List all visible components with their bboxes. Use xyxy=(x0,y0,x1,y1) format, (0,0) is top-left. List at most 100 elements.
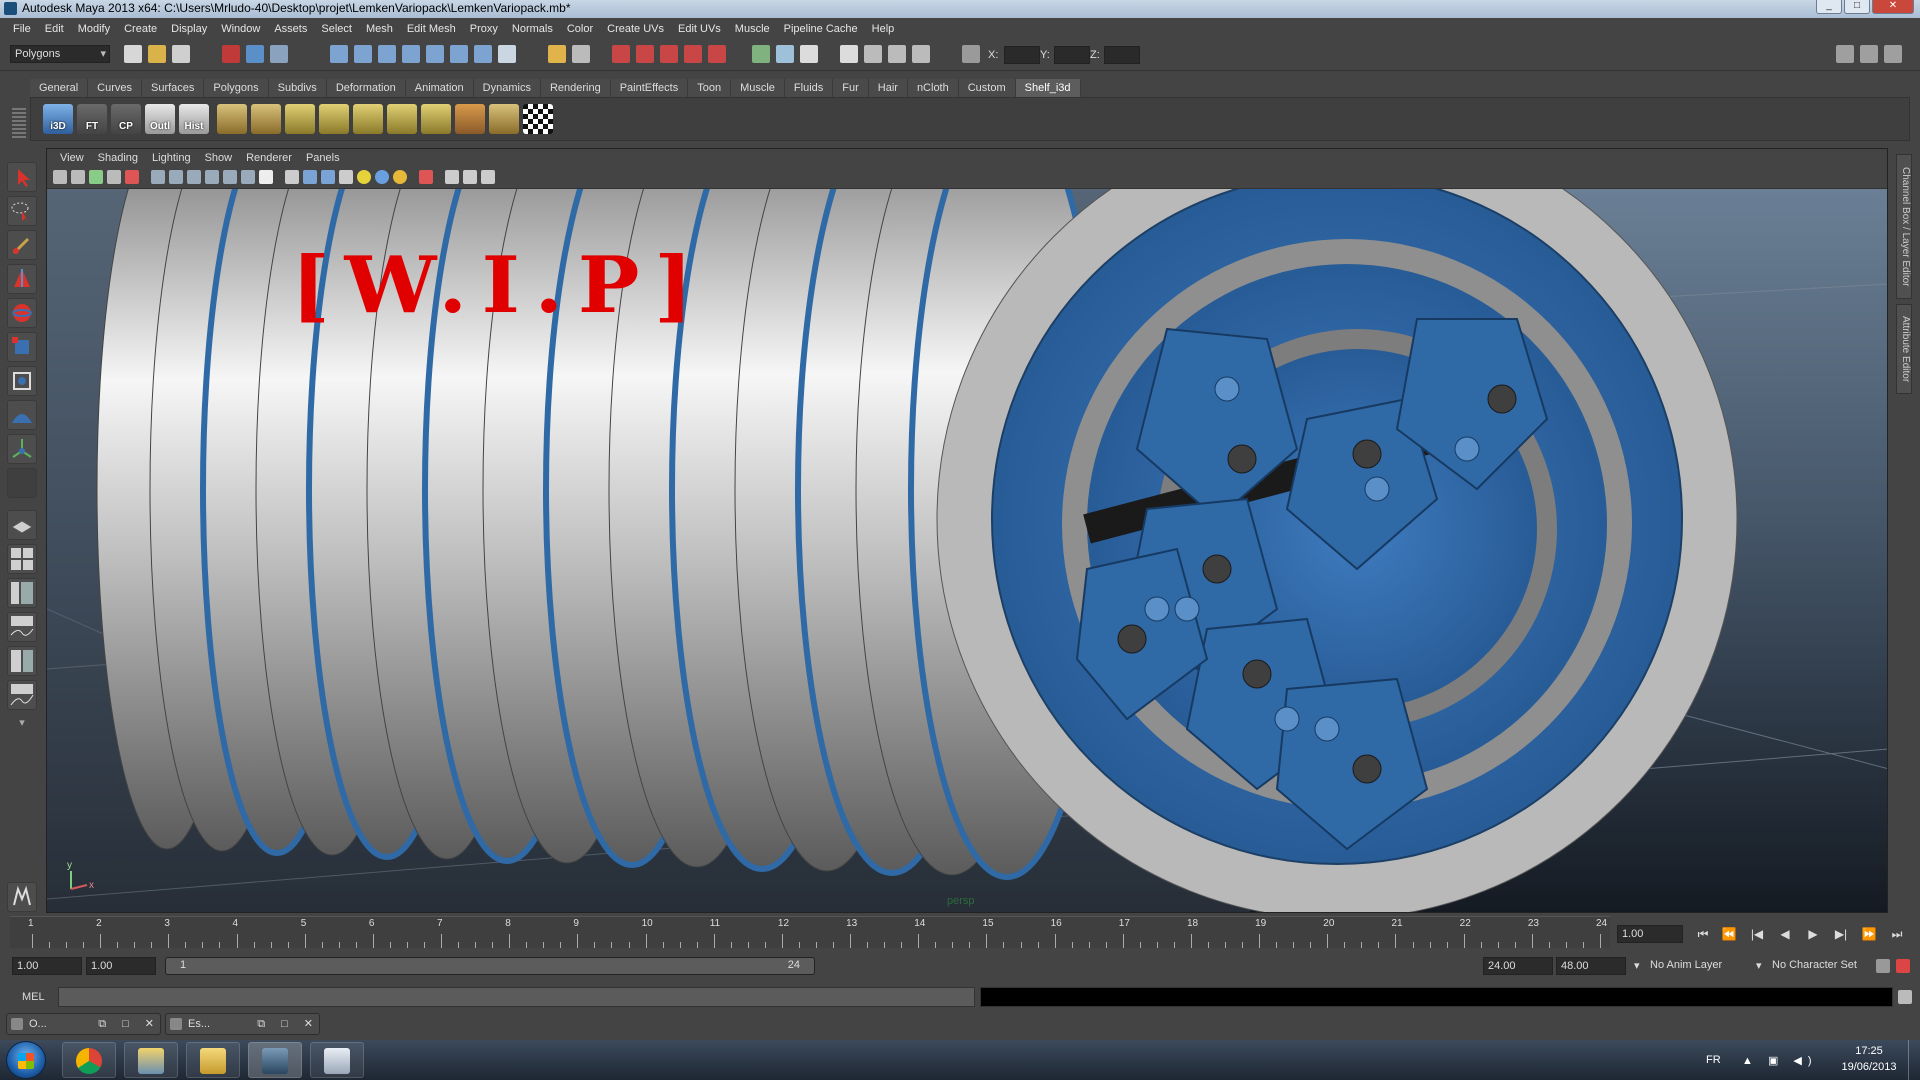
show-manipulator-icon[interactable] xyxy=(7,434,37,464)
menu-assets[interactable]: Assets xyxy=(267,23,314,35)
single-perspective-layout-icon[interactable] xyxy=(7,510,37,540)
render-view-icon[interactable] xyxy=(708,45,726,63)
graph-editor-layout-icon[interactable] xyxy=(7,680,37,710)
ipr-render-icon[interactable] xyxy=(636,45,654,63)
soft-modification-tool-icon[interactable] xyxy=(7,400,37,430)
save-scene-icon[interactable] xyxy=(172,45,190,63)
taskbar-app-5[interactable] xyxy=(310,1042,364,1078)
shelf-tab-shelf-i3d[interactable]: Shelf_i3d xyxy=(1015,79,1081,97)
shelf-tab-animation[interactable]: Animation xyxy=(405,79,474,97)
taskbar-app-2[interactable] xyxy=(124,1042,178,1078)
rotate-tool-icon[interactable] xyxy=(7,298,37,328)
maximize-icon[interactable]: □ xyxy=(122,1014,129,1034)
select-by-object-icon[interactable] xyxy=(246,45,264,63)
shelf-button-tool-2-icon[interactable] xyxy=(251,104,281,134)
open-scene-icon[interactable] xyxy=(148,45,166,63)
input-line-icon[interactable] xyxy=(752,45,770,63)
minimized-window-1[interactable]: O... ⧉ □ ✕ xyxy=(6,1013,161,1035)
channel-box-toggle-icon[interactable] xyxy=(1884,45,1902,63)
step-back-key-button[interactable]: ⏪ xyxy=(1718,925,1740,943)
key-icon[interactable] xyxy=(1876,959,1890,973)
z-coord-field[interactable] xyxy=(1104,46,1140,64)
current-frame-field[interactable]: 1.00 xyxy=(1617,925,1683,943)
animation-preferences-icon[interactable] xyxy=(1896,959,1910,973)
snap-grid-icon[interactable] xyxy=(330,45,348,63)
minimized-window-2[interactable]: Es... ⧉ □ ✕ xyxy=(165,1013,320,1035)
menu-mesh[interactable]: Mesh xyxy=(359,23,400,35)
last-tool-used-icon[interactable] xyxy=(7,468,37,498)
close-icon[interactable]: ✕ xyxy=(304,1014,313,1034)
show-desktop-button[interactable] xyxy=(1908,1040,1920,1080)
shelf-tab-rendering[interactable]: Rendering xyxy=(540,79,611,97)
menu-help[interactable]: Help xyxy=(865,23,902,35)
playback-range-bar[interactable]: 1 24 xyxy=(165,957,815,975)
menu-display[interactable]: Display xyxy=(164,23,214,35)
animation-start-field[interactable]: 1.00 xyxy=(12,957,82,975)
hypershade-perspective-layout-icon[interactable] xyxy=(7,646,37,676)
minimize-button[interactable]: _ xyxy=(1816,0,1842,14)
character-set-dropdown[interactable]: No Character Set xyxy=(1772,959,1857,971)
lock-icon[interactable] xyxy=(548,45,566,63)
film-gate-icon[interactable] xyxy=(169,170,183,184)
shelf-tab-surfaces[interactable]: Surfaces xyxy=(141,79,205,97)
render-current-icon[interactable] xyxy=(612,45,630,63)
snap-curve-icon[interactable] xyxy=(354,45,372,63)
perspective-viewport[interactable]: View Shading Lighting Show Renderer Pane… xyxy=(46,148,1888,913)
shelf-tab-dynamics[interactable]: Dynamics xyxy=(473,79,541,97)
close-icon[interactable]: ✕ xyxy=(145,1014,154,1034)
step-back-frame-button[interactable]: |◀ xyxy=(1746,925,1768,943)
taskbar-maya[interactable] xyxy=(248,1042,302,1078)
render-settings-icon[interactable] xyxy=(660,45,678,63)
mel-input-field[interactable] xyxy=(58,987,975,1007)
clock-date[interactable]: 19/06/2013 xyxy=(1834,1061,1904,1073)
lasso-tool-icon[interactable] xyxy=(7,196,37,226)
layer-editor-icon[interactable] xyxy=(912,45,930,63)
shelf-grip-icon[interactable] xyxy=(12,108,26,138)
shelf-button-tool-3-icon[interactable] xyxy=(285,104,315,134)
shelf-button-tool-7-icon[interactable] xyxy=(421,104,451,134)
shelf-button-tool-4-icon[interactable] xyxy=(319,104,349,134)
time-slider[interactable]: 1 2 3 4 5 6 7 8 9 10 11 12 13 14 15 16 17 18 19 20 21 22 23 24 xyxy=(10,916,1610,948)
shelf-button-tool-8-icon[interactable] xyxy=(455,104,485,134)
shelf-tab-deformation[interactable]: Deformation xyxy=(326,79,406,97)
tray-icons[interactable]: ▲ ▣ ◀) xyxy=(1742,1054,1818,1067)
shelf-tab-subdivs[interactable]: Subdivs xyxy=(268,79,327,97)
new-scene-icon[interactable] xyxy=(124,45,142,63)
shelf-tab-fluids[interactable]: Fluids xyxy=(784,79,834,97)
shelf-button-history[interactable]: Hist xyxy=(179,104,209,134)
isolate-select-icon[interactable] xyxy=(419,170,433,184)
viewport-menu-shading[interactable]: Shading xyxy=(91,152,145,164)
menu-window[interactable]: Window xyxy=(214,23,267,35)
start-button[interactable] xyxy=(6,1041,46,1079)
use-all-lights-icon[interactable] xyxy=(357,170,371,184)
shelf-tab-ncloth[interactable]: nCloth xyxy=(907,79,959,97)
move-tool-icon[interactable] xyxy=(7,264,37,294)
xray-components-icon[interactable] xyxy=(481,170,495,184)
snap-view-plane-icon[interactable] xyxy=(402,45,420,63)
menu-edit[interactable]: Edit xyxy=(38,23,71,35)
viewport-menu-panels[interactable]: Panels xyxy=(299,152,347,164)
gate-mask-icon[interactable] xyxy=(205,170,219,184)
scale-tool-icon[interactable] xyxy=(7,332,37,362)
channel-box-tab[interactable]: Channel Box / Layer Editor xyxy=(1896,154,1912,299)
menu-create-uvs[interactable]: Create UVs xyxy=(600,23,671,35)
four-view-layout-icon[interactable] xyxy=(7,544,37,574)
menu-normals[interactable]: Normals xyxy=(505,23,560,35)
shelf-tab-painteffects[interactable]: PaintEffects xyxy=(610,79,689,97)
play-forwards-button[interactable]: ▶ xyxy=(1802,925,1824,943)
language-indicator[interactable]: FR xyxy=(1706,1054,1721,1066)
outliner-perspective-layout-icon[interactable] xyxy=(7,578,37,608)
selection-field-icon[interactable] xyxy=(800,45,818,63)
character-set-dropdown-chevron-icon[interactable]: ▾ xyxy=(1756,959,1762,972)
close-button[interactable]: ✕ xyxy=(1872,0,1914,14)
more-layouts-chevron-icon[interactable]: ▾ xyxy=(7,716,37,732)
viewport-scene[interactable]: y x [W.I.P] persp xyxy=(47,149,1887,912)
playback-end-field[interactable]: 24.00 xyxy=(1483,957,1553,975)
bookmarks-icon[interactable] xyxy=(89,170,103,184)
go-to-start-button[interactable]: ⏮ xyxy=(1692,925,1714,943)
select-tool-icon[interactable] xyxy=(7,162,37,192)
anim-layer-dropdown[interactable]: No Anim Layer xyxy=(1650,959,1722,971)
textured-icon[interactable] xyxy=(339,170,353,184)
shelf-button-cp[interactable]: CP xyxy=(111,104,141,134)
render-region-icon[interactable] xyxy=(572,45,590,63)
